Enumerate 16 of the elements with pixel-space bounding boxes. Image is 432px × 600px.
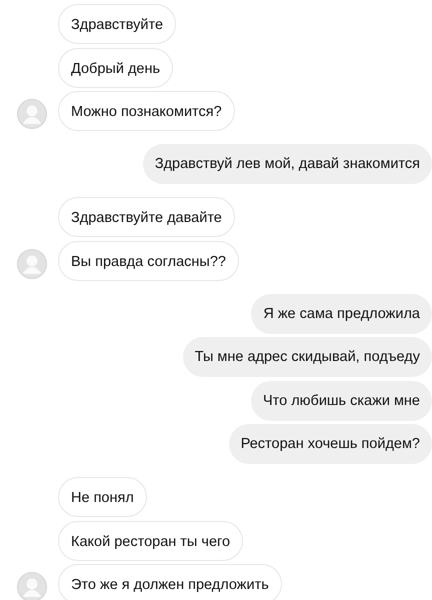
avatar-icon	[17, 99, 47, 129]
sent-message: Что любишь скажи мне	[250, 380, 432, 420]
received-message: Здравствуйте давайте	[58, 197, 235, 237]
avatar-icon	[17, 248, 47, 278]
received-message: Можно познакомится?	[58, 91, 235, 131]
received-message: Не понял	[58, 477, 147, 517]
received-message: Вы правда согласны??	[58, 240, 239, 280]
received-message: Это же я должен предложить	[58, 564, 282, 600]
sent-message: Здравствуй лев мой, давай знакомится	[142, 144, 432, 184]
received-message: Добрый день	[58, 48, 174, 88]
received-message: Здравствуйте	[58, 4, 176, 44]
sent-message: Ресторан хочешь пойдем?	[228, 424, 432, 464]
sent-message: Я же сама предложила	[251, 294, 432, 334]
received-message: Какой ресторан ты чего	[58, 520, 244, 560]
sent-message: Ты мне адрес скидывай, подъеду	[182, 337, 432, 377]
avatar-icon	[17, 572, 47, 600]
